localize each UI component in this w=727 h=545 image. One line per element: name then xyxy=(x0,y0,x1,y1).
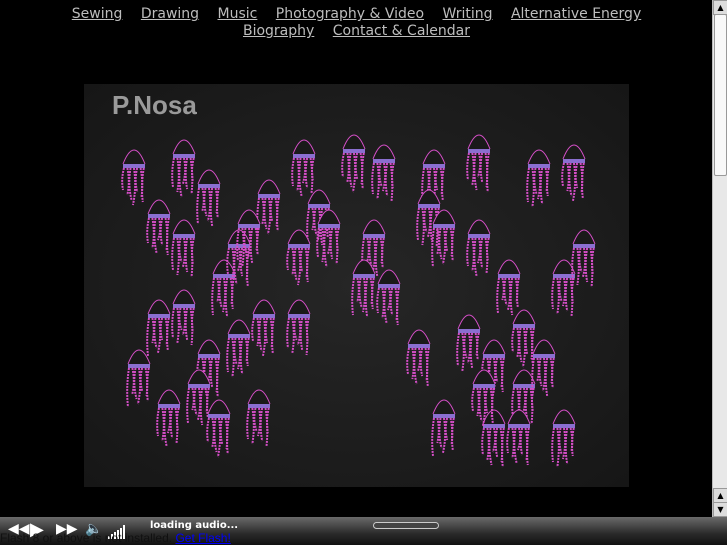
jellyfish xyxy=(481,409,506,468)
jellyfish xyxy=(561,144,586,202)
jellyfish xyxy=(376,269,401,326)
jellyfish xyxy=(496,259,521,316)
jellyfish xyxy=(466,134,491,193)
jellyfish xyxy=(246,389,271,447)
nav-writing[interactable]: Writing xyxy=(443,6,493,22)
jellyfish xyxy=(171,289,196,346)
main-nav: Sewing Drawing Music Photography & Video… xyxy=(0,6,713,40)
jellyfish xyxy=(146,199,171,256)
jellyfish xyxy=(156,389,181,447)
jellyfish xyxy=(571,229,596,288)
jellyfish xyxy=(351,259,376,318)
scroll-up-button-lower[interactable]: ▲ xyxy=(713,488,727,503)
jellyfish xyxy=(251,299,276,357)
get-flash-link[interactable]: Get Flash! xyxy=(175,531,230,545)
jellyfish xyxy=(206,399,231,458)
jellyfish xyxy=(211,259,236,318)
jellyfish xyxy=(286,299,311,356)
artist-logo: P.Nosa xyxy=(112,90,197,120)
audio-player: ◀◀ ▶ ▶▶ 🔈 loading audio... Flash 8 or ab… xyxy=(0,517,727,545)
jellyfish xyxy=(196,169,221,227)
vertical-scrollbar[interactable]: ▲ ▲ ▼ xyxy=(712,0,727,517)
nav-photography-video[interactable]: Photography & Video xyxy=(276,6,424,22)
jellyfish xyxy=(506,409,531,466)
scroll-down-button[interactable]: ▼ xyxy=(713,502,727,517)
nav-alternative-energy[interactable]: Alternative Energy xyxy=(511,6,641,22)
scrollbar-thumb[interactable] xyxy=(714,14,727,176)
jellyfish xyxy=(226,319,251,378)
jellyfish xyxy=(551,259,576,317)
seek-bar[interactable] xyxy=(373,522,439,529)
jellyfish xyxy=(531,339,556,397)
jellyfish xyxy=(126,349,151,408)
jellyfish xyxy=(341,134,366,193)
jellyfish xyxy=(551,409,576,468)
scroll-up-button[interactable]: ▲ xyxy=(713,0,727,15)
jellyfish xyxy=(466,219,491,277)
jellyfish xyxy=(121,149,146,206)
player-status: loading audio... xyxy=(150,520,239,531)
jellyfish xyxy=(291,139,316,197)
jellyfish xyxy=(171,219,196,278)
nav-drawing[interactable]: Drawing xyxy=(141,6,199,22)
jellyfish xyxy=(286,229,311,286)
flash-notice: Flash 8 or above is not installed. Get F… xyxy=(0,531,231,545)
jellyfish xyxy=(456,314,481,372)
nav-sewing[interactable]: Sewing xyxy=(72,6,123,22)
nav-music[interactable]: Music xyxy=(218,6,258,22)
jellyfish xyxy=(406,329,431,387)
jellyfish xyxy=(431,209,456,268)
flash-message: Flash 8 or above is not installed. xyxy=(0,531,173,545)
jellyfish xyxy=(186,369,211,426)
jellyfish xyxy=(511,309,536,368)
jellyfish-artwork xyxy=(121,134,596,468)
nav-biography[interactable]: Biography xyxy=(243,23,314,39)
jellyfish xyxy=(526,149,551,208)
jellyfish xyxy=(431,399,456,457)
nav-contact-calendar[interactable]: Contact & Calendar xyxy=(333,23,470,39)
jellyfish xyxy=(171,139,196,198)
jellyfish xyxy=(371,144,396,202)
artwork-image: P.Nosa xyxy=(84,84,629,487)
jellyfish xyxy=(146,299,171,357)
jellyfish xyxy=(256,179,281,238)
